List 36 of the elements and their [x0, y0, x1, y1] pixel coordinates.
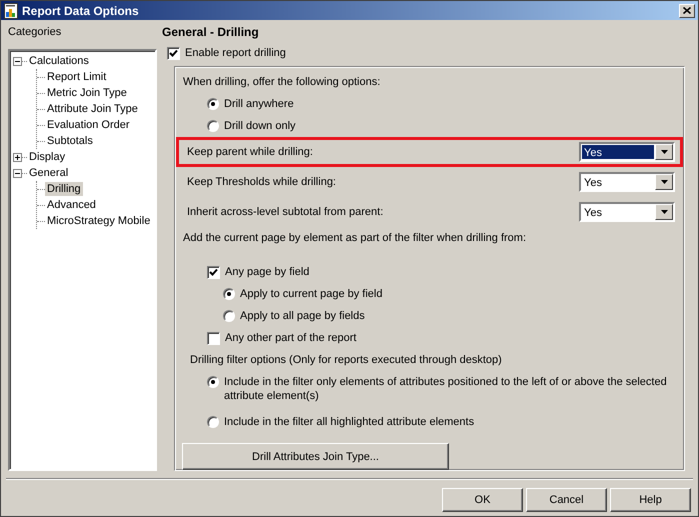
radio-label: Apply to current page by field	[240, 288, 382, 300]
setting-label: Keep Thresholds while drilling:	[187, 176, 336, 188]
radio-label: Include in the filter all highlighted attribute elements	[224, 415, 474, 429]
checkbox-label: Any other part of the report	[225, 332, 356, 344]
tree-item[interactable]: Calculations	[27, 54, 91, 68]
window-title: Report Data Options	[22, 4, 140, 18]
tree-item[interactable]: Subtotals	[45, 134, 95, 148]
section-heading: General - Drilling	[162, 25, 260, 40]
section-label: Add the current page by element as part of the filter when drilling from:	[183, 232, 526, 244]
setting-label: Inherit across-level subtotal from parent:	[187, 206, 384, 218]
checkbox-label: Any page by field	[225, 266, 310, 278]
radio-label: Include in the filter only elements of attributes positioned to the left of or above the selected attribute element(s)	[224, 375, 668, 403]
dialog-button[interactable]: Help	[610, 488, 691, 512]
dropdown[interactable]: Yes	[579, 172, 675, 192]
setting-label: Keep parent while drilling:	[187, 146, 313, 158]
tree-item[interactable]: Evaluation Order	[45, 118, 132, 132]
checkbox-label: Enable report drilling	[185, 47, 286, 59]
radio-label: Apply to all page by fields	[240, 310, 365, 322]
tree-item[interactable]: Drilling	[45, 182, 83, 196]
radio-label: Drill anywhere	[224, 98, 294, 110]
tree-item[interactable]: Display	[27, 150, 68, 164]
dialog-button[interactable]: Cancel	[526, 488, 607, 512]
dialog-button[interactable]: OK	[442, 488, 523, 512]
tree-item[interactable]: Attribute Join Type	[45, 102, 140, 116]
tree-item[interactable]: Metric Join Type	[45, 86, 129, 100]
radio-label: Drill down only	[224, 120, 296, 132]
tree-item[interactable]: Report Limit	[45, 70, 108, 84]
tree-item[interactable]: MicroStrategy Mobile	[45, 214, 152, 228]
tree-item[interactable]: Advanced	[45, 198, 98, 212]
tree-item[interactable]: General	[27, 166, 70, 180]
section-label: When drilling, offer the following options:	[183, 76, 380, 88]
dropdown[interactable]: Yes	[579, 202, 675, 222]
section-label: Drilling filter options (Only for reports executed through desktop)	[190, 354, 502, 366]
join-type-button[interactable]: Drill Attributes Join Type...	[182, 443, 449, 470]
categories-label: Categories	[8, 25, 62, 40]
dropdown[interactable]: Yes	[579, 142, 675, 162]
